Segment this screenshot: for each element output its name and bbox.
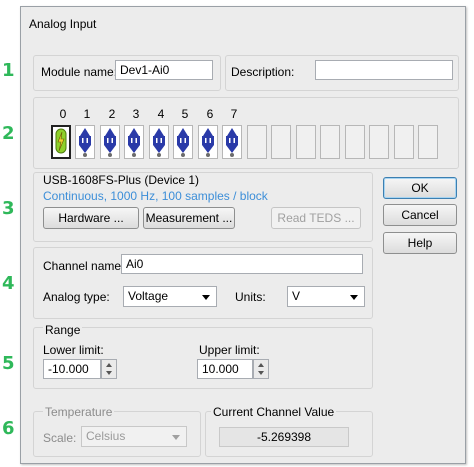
device-name: USB-1608FS-Plus (Device 1) xyxy=(43,173,200,187)
channel-slot-empty xyxy=(418,125,438,159)
help-button[interactable]: Help xyxy=(383,232,457,254)
description-label: Description: xyxy=(231,65,295,79)
spin-down-icon xyxy=(106,371,112,375)
range-group xyxy=(33,327,373,389)
read-teds-button[interactable]: Read TEDS ... xyxy=(271,207,361,229)
channel-plug-icon xyxy=(202,128,214,157)
margin-number-1: 1 xyxy=(2,60,15,81)
current-value-readout: -5.269398 xyxy=(219,427,349,447)
channel-slot-empty xyxy=(345,125,365,159)
spin-up-icon xyxy=(106,363,112,367)
channel-slot-3[interactable] xyxy=(124,125,144,159)
measurement-button[interactable]: Measurement ... xyxy=(143,207,235,229)
channel-number-6: 6 xyxy=(206,107,214,121)
analog-type-label: Analog type: xyxy=(43,290,110,304)
units-select[interactable]: V xyxy=(287,286,365,307)
channel-slot-5[interactable] xyxy=(173,125,193,159)
channel-slot-empty xyxy=(296,125,316,159)
description-field[interactable] xyxy=(315,60,453,80)
upper-limit-label: Upper limit: xyxy=(199,343,260,357)
channel-plug-icon xyxy=(226,128,238,157)
margin-number-4: 4 xyxy=(2,273,15,294)
module-name-field[interactable]: Dev1-Ai0 xyxy=(115,60,213,80)
chevron-down-icon xyxy=(350,295,358,300)
channel-number-0: 0 xyxy=(59,107,67,121)
dialog-title: Analog Input xyxy=(29,17,97,31)
upper-limit-field[interactable]: 10.000 xyxy=(197,359,253,379)
upper-limit-spinner[interactable] xyxy=(253,359,269,379)
channel-name-field[interactable]: Ai0 xyxy=(121,254,363,274)
scale-value: Celsius xyxy=(86,429,126,443)
channel-number-7: 7 xyxy=(230,107,238,121)
channel-slot-7[interactable] xyxy=(222,125,242,159)
analog-type-select[interactable]: Voltage xyxy=(123,286,217,307)
channel-slot-empty xyxy=(369,125,389,159)
spin-up-icon xyxy=(258,363,264,367)
channel-plug-icon xyxy=(128,128,140,157)
channel-slot-empty xyxy=(320,125,340,159)
channel-slot-6[interactable] xyxy=(198,125,218,159)
channel-slot-empty xyxy=(271,125,291,159)
current-value-title: Current Channel Value xyxy=(211,405,337,419)
channel-slot-4[interactable] xyxy=(149,125,169,159)
scale-label: Scale: xyxy=(43,431,77,445)
chevron-down-icon xyxy=(202,295,210,300)
channel-plug-icon xyxy=(177,128,189,157)
channel-slot-empty xyxy=(394,125,414,159)
module-name-label: Module name: xyxy=(41,65,118,79)
channel-number-5: 5 xyxy=(181,107,189,121)
channel-plug-icon xyxy=(104,128,116,157)
cancel-button[interactable]: Cancel xyxy=(383,204,457,226)
channel-slot-2[interactable] xyxy=(100,125,120,159)
analog-input-dialog: Analog Input Module name: Dev1-Ai0 Descr… xyxy=(20,6,466,464)
chevron-down-icon xyxy=(172,435,180,440)
channel-number-2: 2 xyxy=(108,107,116,121)
channel-slot-1[interactable] xyxy=(75,125,95,159)
margin-number-6: 6 xyxy=(2,418,15,439)
lower-limit-field[interactable]: -10.000 xyxy=(43,359,101,379)
margin-number-2: 2 xyxy=(2,123,15,144)
channel-plug-icon xyxy=(79,128,91,157)
range-title: Range xyxy=(43,323,83,337)
channel-slot-empty xyxy=(247,125,267,159)
margin-number-5: 5 xyxy=(2,353,15,374)
units-value: V xyxy=(292,289,301,303)
margin-number-3: 3 xyxy=(2,198,15,219)
spin-down-icon xyxy=(258,371,264,375)
channel-slot-0[interactable] xyxy=(51,125,71,159)
scale-select[interactable]: Celsius xyxy=(81,426,187,447)
ok-button[interactable]: OK xyxy=(383,177,457,199)
hardware-button[interactable]: Hardware ... xyxy=(43,207,139,229)
units-label: Units: xyxy=(235,290,266,304)
channel-number-3: 3 xyxy=(132,107,140,121)
temperature-title: Temperature xyxy=(43,405,115,419)
device-summary: Continuous, 1000 Hz, 100 samples / block xyxy=(43,189,268,203)
selected-channel-icon xyxy=(55,128,67,154)
channel-number-1: 1 xyxy=(83,107,91,121)
analog-type-value: Voltage xyxy=(128,289,169,303)
channel-plug-icon xyxy=(153,128,165,157)
lower-limit-spinner[interactable] xyxy=(101,359,117,379)
channel-name-label: Channel name: xyxy=(43,259,125,273)
lower-limit-label: Lower limit: xyxy=(43,343,104,357)
channel-number-4: 4 xyxy=(157,107,165,121)
